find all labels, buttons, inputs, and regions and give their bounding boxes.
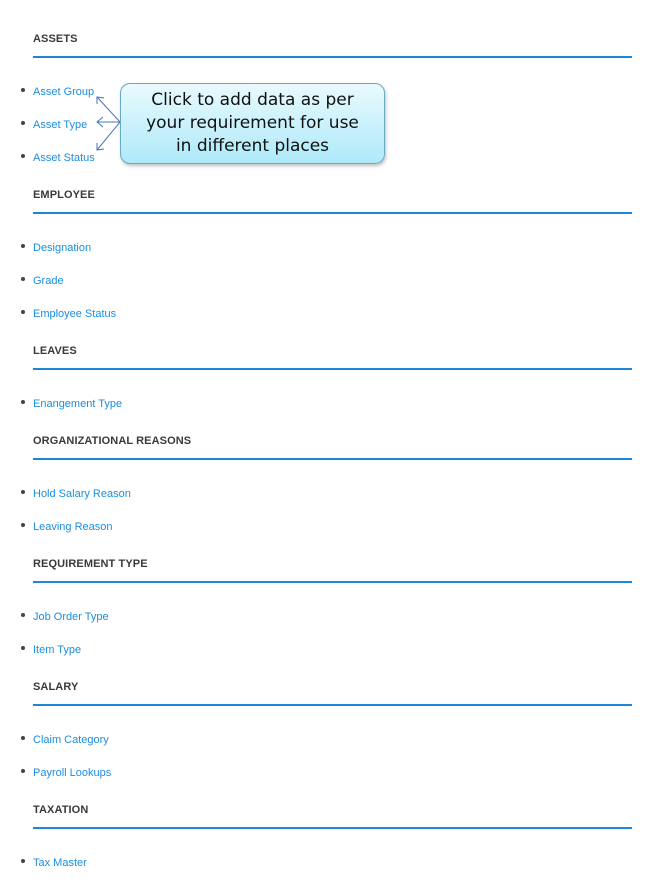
list-item: Leaving Reason xyxy=(21,509,632,542)
bullet-icon xyxy=(21,522,25,527)
section-employee: EMPLOYEE Designation Grade Employee Status xyxy=(21,187,632,329)
section-requirement-type: REQUIREMENT TYPE Job Order Type Item Type xyxy=(21,556,632,665)
bullet-icon xyxy=(21,735,25,740)
link-employee-status[interactable]: Employee Status xyxy=(33,308,116,320)
section-heading: REQUIREMENT TYPE xyxy=(33,556,632,583)
list-item: Claim Category xyxy=(21,722,632,755)
link-asset-status[interactable]: Asset Status xyxy=(33,152,95,164)
list-item: Hold Salary Reason xyxy=(21,476,632,509)
link-job-order-type[interactable]: Job Order Type xyxy=(33,611,109,623)
link-asset-group[interactable]: Asset Group xyxy=(33,86,94,98)
section-taxation: TAXATION Tax Master xyxy=(21,802,632,878)
section-list: Job Order Type Item Type xyxy=(21,599,632,665)
bullet-icon xyxy=(21,489,25,494)
link-hold-salary-reason[interactable]: Hold Salary Reason xyxy=(33,488,131,500)
link-enangement-type[interactable]: Enangement Type xyxy=(33,398,122,410)
bullet-icon xyxy=(21,87,25,92)
section-heading: LEAVES xyxy=(33,343,632,370)
section-heading: SALARY xyxy=(33,679,632,706)
bullet-icon xyxy=(21,243,25,248)
section-salary: SALARY Claim Category Payroll Lookups xyxy=(21,679,632,788)
list-item: Item Type xyxy=(21,632,632,665)
section-organizational-reasons: ORGANIZATIONAL REASONS Hold Salary Reason… xyxy=(21,433,632,542)
section-list: Tax Master xyxy=(21,845,632,878)
link-designation[interactable]: Designation xyxy=(33,242,91,254)
list-item: Designation xyxy=(21,230,632,263)
section-list: Hold Salary Reason Leaving Reason xyxy=(21,476,632,542)
link-payroll-lookups[interactable]: Payroll Lookups xyxy=(33,767,111,779)
link-tax-master[interactable]: Tax Master xyxy=(33,857,87,869)
section-heading: ORGANIZATIONAL REASONS xyxy=(33,433,632,460)
bullet-icon xyxy=(21,645,25,650)
callout-tooltip: Click to add data as per your requiremen… xyxy=(120,83,385,164)
list-item: Payroll Lookups xyxy=(21,755,632,788)
link-leaving-reason[interactable]: Leaving Reason xyxy=(33,521,113,533)
section-heading: TAXATION xyxy=(33,802,632,829)
section-heading: ASSETS xyxy=(33,31,632,58)
list-item: Job Order Type xyxy=(21,599,632,632)
callout-text: Click to add data as per your requiremen… xyxy=(146,90,359,156)
list-item: Tax Master xyxy=(21,845,632,878)
section-leaves: LEAVES Enangement Type xyxy=(21,343,632,419)
section-heading: EMPLOYEE xyxy=(33,187,632,214)
bullet-icon xyxy=(21,858,25,863)
section-list: Claim Category Payroll Lookups xyxy=(21,722,632,788)
bullet-icon xyxy=(21,309,25,314)
list-item: Grade xyxy=(21,263,632,296)
bullet-icon xyxy=(21,612,25,617)
bullet-icon xyxy=(21,120,25,125)
link-item-type[interactable]: Item Type xyxy=(33,644,81,656)
bullet-icon xyxy=(21,153,25,158)
link-claim-category[interactable]: Claim Category xyxy=(33,734,109,746)
list-item: Employee Status xyxy=(21,296,632,329)
link-asset-type[interactable]: Asset Type xyxy=(33,119,87,131)
section-list: Designation Grade Employee Status xyxy=(21,230,632,329)
section-list: Enangement Type xyxy=(21,386,632,419)
bullet-icon xyxy=(21,276,25,281)
bullet-icon xyxy=(21,768,25,773)
list-item: Enangement Type xyxy=(21,386,632,419)
bullet-icon xyxy=(21,399,25,404)
link-grade[interactable]: Grade xyxy=(33,275,64,287)
